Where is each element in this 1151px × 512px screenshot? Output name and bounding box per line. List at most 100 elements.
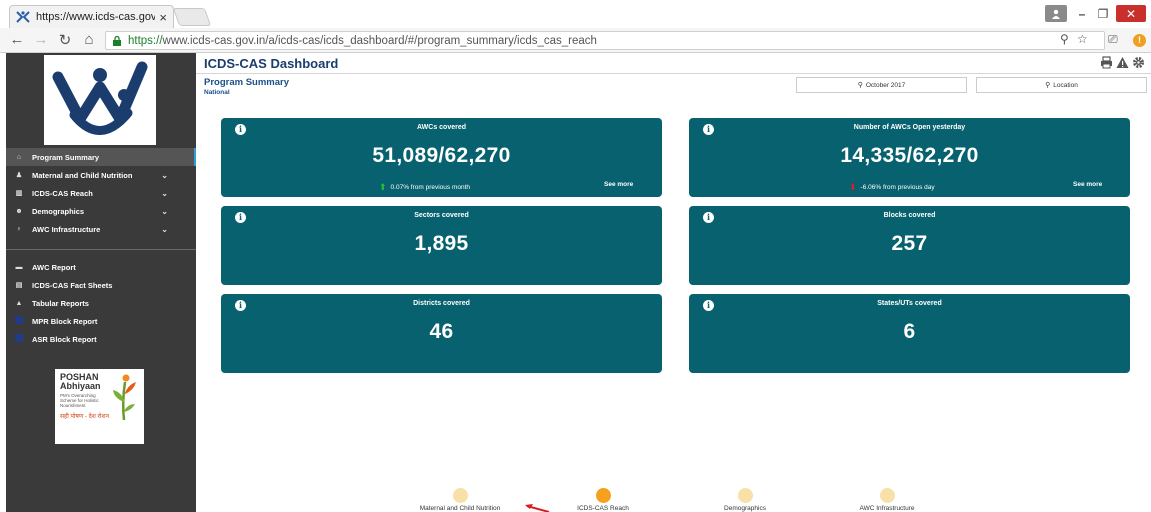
page-title: ICDS-CAS Dashboard <box>204 56 339 71</box>
browser-tab-bar: https://www.icds-cas.gov × – ❐ ✕ <box>0 0 1151 28</box>
close-window-icon[interactable]: ✕ <box>1116 5 1146 22</box>
card-blocks-covered[interactable]: i Blocks covered 257 <box>689 206 1130 285</box>
bottom-nav-maternal-child-nutrition[interactable]: Maternal and Child Nutrition <box>400 488 520 512</box>
sidebar-item-label: MPR Block Report <box>32 316 98 326</box>
warning-icon[interactable] <box>1116 56 1129 69</box>
profile-icon[interactable] <box>1045 5 1067 22</box>
see-more-link[interactable]: See more <box>1073 181 1102 188</box>
tab-close-icon[interactable]: × <box>159 10 167 25</box>
nav-dot-active <box>595 488 611 503</box>
browser-toolbar: ← → ↻ ⌂ https://www.icds-cas.gov.in/a/ic… <box>0 28 1151 53</box>
bulb-icon: ♀ <box>16 225 22 233</box>
section-title: Program Summary <box>204 77 290 88</box>
sidebar-item-fact-sheets[interactable]: ▤ ICDS-CAS Fact Sheets <box>6 276 196 294</box>
reload-icon[interactable]: ↻ <box>56 31 74 49</box>
sidebar-item-label: Maternal and Child Nutrition <box>32 170 133 180</box>
square-icon <box>14 316 24 326</box>
card-states-uts-covered[interactable]: i States/UTs covered 6 <box>689 294 1130 373</box>
sidebar-item-label: ICDS-CAS Fact Sheets <box>32 280 113 290</box>
sidebar-item-label: ASR Block Report <box>32 334 97 344</box>
card-label: Number of AWCs Open yesterday <box>853 124 966 131</box>
tab-title: https://www.icds-cas.gov <box>36 11 156 23</box>
card-awcs-open-yesterday[interactable]: i Number of AWCs Open yesterday 14,335/6… <box>689 118 1130 197</box>
address-bar[interactable]: https://www.icds-cas.gov.in/a/icds-cas/i… <box>105 31 1105 50</box>
extension-warning-icon[interactable]: ! <box>1133 34 1146 47</box>
home-icon: ⌂ <box>16 153 22 161</box>
poshan-subtitle: PM's Overarching Scheme for Holistic Nou… <box>60 393 99 408</box>
red-arrow-icon <box>525 504 550 512</box>
card-value: 257 <box>891 232 928 255</box>
sidebar-item-awc-infrastructure[interactable]: ♀ AWC Infrastructure ⌄ <box>6 220 196 238</box>
location-filter-button[interactable]: ⚲ Location <box>976 77 1147 93</box>
poshan-abhiyaan-logo[interactable]: POSHAN Abhiyaan PM's Overarching Scheme … <box>55 369 144 444</box>
card-value: 6 <box>903 320 916 343</box>
icds-logo-icon <box>52 61 148 135</box>
print-icon[interactable] <box>1100 56 1113 69</box>
nav-dot-label: AWC Infrastructure <box>859 505 915 512</box>
sidebar-item-tabular-reports[interactable]: ▲ Tabular Reports <box>6 294 196 312</box>
sidebar-item-label: AWC Report <box>32 262 76 272</box>
users-icon: ☻ <box>15 207 23 215</box>
card-value: 46 <box>429 320 454 343</box>
bottom-nav-icds-cas-reach[interactable]: ICDS-CAS Reach <box>553 488 653 512</box>
browser-tab[interactable]: https://www.icds-cas.gov × <box>9 5 174 28</box>
sidebar-item-label: Demographics <box>32 206 85 216</box>
restore-icon[interactable]: ❐ <box>1094 5 1112 22</box>
date-filter-label: October 2017 <box>865 81 906 89</box>
sidebar-item-icds-cas-reach[interactable]: ▥ ICDS-CAS Reach ⌄ <box>6 184 196 202</box>
nav-dot <box>452 488 468 503</box>
sidebar-item-maternal-child-nutrition[interactable]: ♟ Maternal and Child Nutrition ⌄ <box>6 166 196 184</box>
card-trend-text: 0.07% from previous month <box>390 184 471 191</box>
zoom-icon[interactable]: ⚲ <box>1060 32 1069 46</box>
nav-dot-label: Demographics <box>724 505 766 512</box>
minimize-icon[interactable]: – <box>1073 5 1091 22</box>
square-icon <box>14 334 24 344</box>
sidebar-item-awc-report[interactable]: ▬ AWC Report <box>6 258 196 276</box>
nav-dot-label: Maternal and Child Nutrition <box>419 505 501 512</box>
gear-icon[interactable] <box>1132 56 1145 69</box>
see-more-link[interactable]: See more <box>604 181 633 188</box>
cast-icon[interactable]: ⎚ <box>1108 32 1118 47</box>
card-value: 1,895 <box>414 232 469 255</box>
bookmark-star-icon[interactable]: ☆ <box>1077 32 1088 46</box>
site-favicon-icon <box>16 11 30 23</box>
new-tab-button[interactable] <box>172 8 212 26</box>
card-trend-text: -6.06% from previous day <box>860 184 935 191</box>
icds-logo[interactable] <box>44 55 156 145</box>
location-level-label: National <box>204 89 230 96</box>
sidebar-item-program-summary[interactable]: ⌂ Program Summary <box>6 148 196 166</box>
card-awcs-covered[interactable]: i AWCs covered 51,089/62,270 ⬆ 0.07% fro… <box>221 118 662 197</box>
search-icon: ⚲ <box>857 82 863 89</box>
chevron-down-icon: ⌄ <box>161 188 168 198</box>
card-label: Districts covered <box>413 300 470 307</box>
lock-icon <box>113 35 121 46</box>
back-icon[interactable]: ← <box>8 31 26 48</box>
nav-dot <box>737 488 753 503</box>
page-subheader: Program Summary National <box>204 77 289 96</box>
forward-icon[interactable]: → <box>32 31 50 48</box>
card-sectors-covered[interactable]: i Sectors covered 1,895 <box>221 206 662 285</box>
card-trend: ⬇ -6.06% from previous day <box>849 182 935 193</box>
nav-dot-label: ICDS-CAS Reach <box>577 505 629 512</box>
url-path: www.icds-cas.gov.in/a/icds-cas/icds_dash… <box>162 34 597 47</box>
arrow-up-icon: ⬆ <box>379 182 387 192</box>
report-icon: ▬ <box>15 263 23 271</box>
poshan-plant-icon <box>113 374 136 421</box>
sidebar-item-mpr-block-report[interactable]: MPR Block Report <box>6 312 196 330</box>
chevron-down-icon: ⌄ <box>161 206 168 216</box>
url-text: https://www.icds-cas.gov.in/a/icds-cas/i… <box>128 35 597 47</box>
sidebar-item-asr-block-report[interactable]: ASR Block Report <box>6 330 196 348</box>
bottom-nav-awc-infrastructure[interactable]: AWC Infrastructure <box>837 488 937 512</box>
arrow-down-icon: ⬇ <box>849 182 857 192</box>
location-filter-label: Location <box>1053 81 1078 89</box>
bottom-nav-demographics[interactable]: Demographics <box>695 488 795 512</box>
date-filter-button[interactable]: ⚲ October 2017 <box>796 77 967 93</box>
chevron-down-icon: ⌄ <box>161 170 168 180</box>
home-browser-icon[interactable]: ⌂ <box>80 31 98 48</box>
card-districts-covered[interactable]: i Districts covered 46 <box>221 294 662 373</box>
card-value: 14,335/62,270 <box>840 144 979 167</box>
sidebar-item-demographics[interactable]: ☻ Demographics ⌄ <box>6 202 196 220</box>
card-label: Sectors covered <box>414 212 469 219</box>
card-trend: ⬆ 0.07% from previous month <box>379 182 470 193</box>
sidebar-item-label: AWC Infrastructure <box>32 224 101 234</box>
